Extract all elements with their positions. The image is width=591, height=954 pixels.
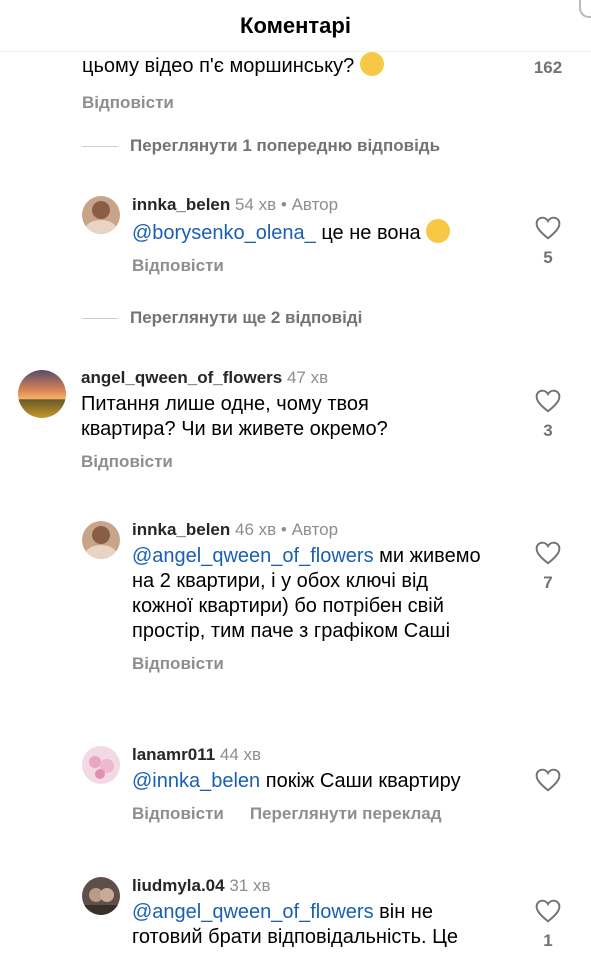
mention-link[interactable]: @angel_qween_of_flowers xyxy=(132,901,374,923)
comment-text: Питання лише одне, чому твоя квартира? Ч… xyxy=(81,393,388,440)
comment-meta: angel_qween_of_flowers 47 хв xyxy=(81,368,329,387)
grinning-emoji-icon xyxy=(426,219,451,243)
avatar[interactable] xyxy=(82,746,120,784)
comment-meta: innka_belen 46 хв • Автор xyxy=(132,520,339,539)
see-translation-button[interactable]: Переглянути переклад xyxy=(250,804,442,824)
avatar[interactable] xyxy=(18,370,66,418)
avatar[interactable] xyxy=(82,521,120,559)
avatar-image xyxy=(18,370,66,418)
divider xyxy=(82,317,118,319)
heart-outline-icon[interactable] xyxy=(535,216,561,240)
comment-meta: innka_belen 54 хв • Автор xyxy=(132,195,339,214)
author-badge: Автор xyxy=(291,520,339,539)
reply-button[interactable]: Відповісти xyxy=(132,804,224,824)
comments-header: Коментарі xyxy=(0,0,591,52)
view-previous-replies[interactable]: Переглянути 1 попередню відповідь xyxy=(82,136,440,156)
username-link[interactable]: angel_qween_of_flowers xyxy=(81,368,282,387)
mention-link[interactable]: @innka_belen xyxy=(132,770,260,792)
username-link[interactable]: lanamr011 xyxy=(132,745,215,764)
comment-text: @angel_qween_of_flowers він не готовий б… xyxy=(132,901,459,948)
like-count: 5 xyxy=(543,248,553,267)
avatar-image xyxy=(82,746,120,784)
like-count: 1 xyxy=(543,931,553,950)
comments-list[interactable]: цьому відео п'є моршинську? Відповісти 1… xyxy=(0,0,591,954)
reply-button[interactable]: Відповісти xyxy=(132,654,224,674)
comment-text: @innka_belen покіж Саши квартиру xyxy=(132,770,461,792)
like-count-area[interactable]: 162 xyxy=(528,58,568,78)
username-link[interactable]: innka_belen xyxy=(132,520,230,539)
comment-meta: liudmyla.04 31 хв xyxy=(132,876,271,895)
heart-outline-icon[interactable] xyxy=(535,389,561,413)
reply-button[interactable]: Відповісти xyxy=(82,93,174,113)
avatar[interactable] xyxy=(82,877,120,915)
avatar-image xyxy=(82,521,120,559)
mention-link[interactable]: @borysenko_olena_ xyxy=(132,222,316,244)
laughing-emoji-icon xyxy=(359,52,384,76)
divider xyxy=(82,145,118,147)
comment-text: @angel_qween_of_flowers ми живемо на 2 к… xyxy=(132,545,481,642)
heart-outline-icon[interactable] xyxy=(535,899,561,923)
username-link[interactable]: innka_belen xyxy=(132,195,230,214)
reply-button[interactable]: Відповісти xyxy=(81,452,173,472)
reply-button[interactable]: Відповісти xyxy=(132,256,224,276)
page-title: Коментарі xyxy=(240,12,351,38)
comment-meta: lanamr011 44 хв xyxy=(132,745,262,764)
username-link[interactable]: liudmyla.04 xyxy=(132,876,225,895)
comment-text: @borysenko_olena_ це не вона xyxy=(132,219,522,246)
heart-outline-icon[interactable] xyxy=(535,768,561,792)
like-count: 7 xyxy=(543,573,553,592)
like-count: 3 xyxy=(543,421,553,440)
avatar-image xyxy=(82,877,120,915)
author-badge: Автор xyxy=(291,195,339,214)
view-more-replies[interactable]: Переглянути ще 2 відповіді xyxy=(82,308,362,328)
avatar[interactable] xyxy=(82,196,120,234)
like-count: 162 xyxy=(533,58,563,77)
comment-text: цьому відео п'є моршинську? xyxy=(82,52,512,79)
mention-link[interactable]: @angel_qween_of_flowers xyxy=(132,545,374,567)
heart-outline-icon[interactable] xyxy=(535,541,561,565)
avatar-image xyxy=(82,196,120,234)
scroll-corner xyxy=(579,0,591,18)
